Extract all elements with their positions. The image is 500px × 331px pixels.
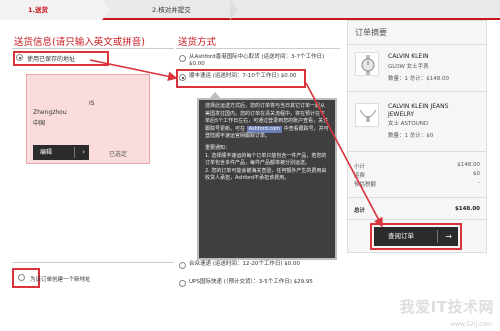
watermark-url: www.52ij.com (450, 321, 492, 328)
annotation-arrow (89, 59, 178, 82)
annotation-arrows (89, 59, 383, 228)
watermark: 我爱IT技术网 (399, 298, 494, 316)
annotation-arrow (305, 82, 383, 228)
